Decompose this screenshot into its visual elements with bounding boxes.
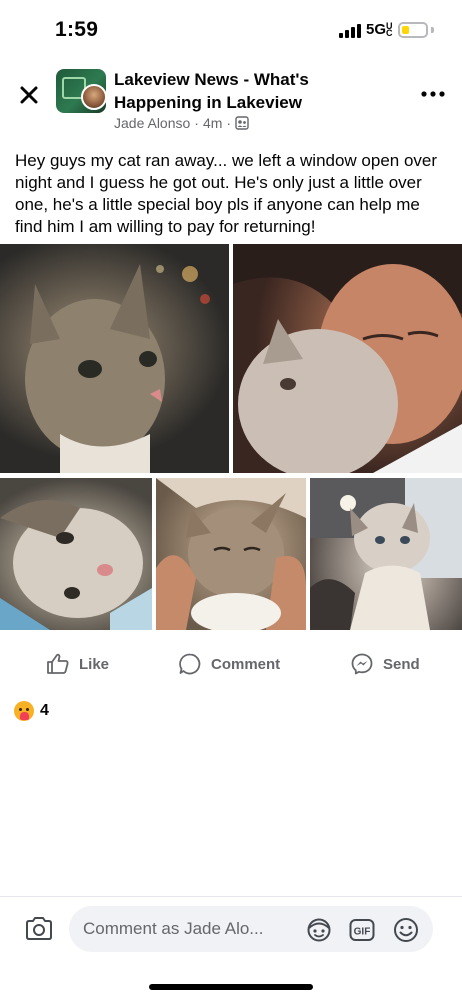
send-button[interactable]: Send [350,645,420,683]
post-photo-1[interactable] [0,244,229,473]
comment-bubble-icon [179,653,201,675]
comment-box: GIF [69,906,433,952]
group-name[interactable]: Lakeview News - What's Happening in Lake… [114,68,374,114]
care-emoji-icon [14,701,34,721]
network-type: 5G [366,21,387,38]
close-icon [20,86,38,104]
signal-strength-icon [339,24,361,38]
home-indicator [149,984,313,990]
more-options-button[interactable] [418,84,448,104]
more-horizontal-icon [421,91,445,97]
post-photo-4[interactable] [156,478,306,630]
like-button[interactable]: Like [46,645,109,683]
gif-label: GIF [354,927,371,938]
like-label: Like [79,655,110,673]
send-label: Send [383,655,420,673]
camera-icon [26,917,52,940]
status-time: 1:59 [55,18,99,41]
meta-separator-2: · [226,115,232,131]
battery-cap [431,27,434,33]
composer-divider [0,896,462,897]
smiley-icon [394,918,418,942]
reaction-count: 4 [40,702,49,719]
avatar-sticker-icon [307,918,331,942]
close-button[interactable] [14,80,44,110]
post-timestamp[interactable]: 4m [203,115,222,131]
author-name[interactable]: Jade Alonso [114,115,190,131]
gif-icon: GIF [349,919,375,941]
network-indicator: 5GUC [366,21,393,38]
post-meta: Jade Alonso · 4m · [114,115,249,131]
thumbs-up-icon [47,653,69,674]
comment-label: Comment [211,655,281,673]
post-action-bar: Like Comment Send [0,645,462,683]
meta-separator: · [194,115,199,131]
author-avatar[interactable] [81,84,107,110]
post-photo-2[interactable] [233,244,462,473]
gif-button[interactable]: GIF [349,917,375,943]
comment-input[interactable] [83,906,293,952]
status-bar: 1:59 5GUC [0,0,462,60]
group-members-icon [235,116,249,130]
messenger-icon [351,653,373,675]
reaction-summary[interactable]: 4 [14,701,49,721]
post-photo-3[interactable] [0,478,152,630]
network-subtype: UC [386,21,393,39]
avatar-sticker-button[interactable] [306,917,332,943]
comment-button[interactable]: Comment [178,645,280,683]
post-photo-5[interactable] [310,478,462,630]
camera-button[interactable] [24,915,54,943]
battery-icon [398,22,428,38]
post-text: Hey guys my cat ran away... we left a wi… [15,151,438,236]
emoji-button[interactable] [393,917,419,943]
